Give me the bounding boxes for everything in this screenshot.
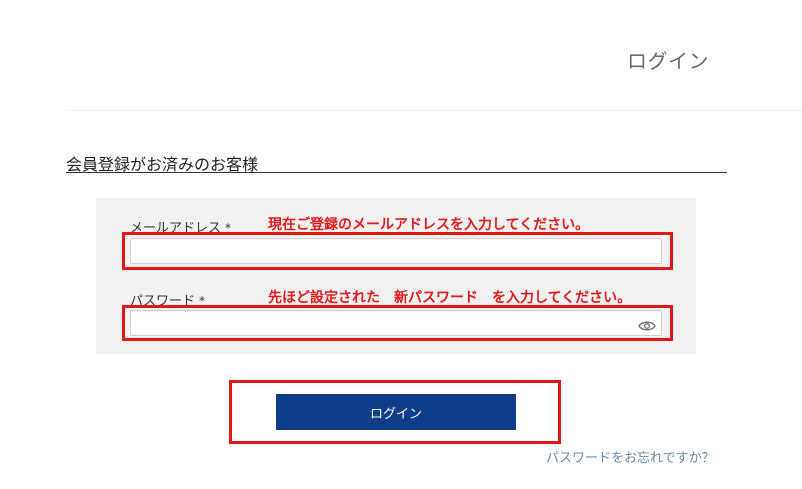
page-title: ログイン (627, 49, 709, 73)
password-input[interactable] (130, 310, 662, 336)
forgot-password-link[interactable]: パスワードをお忘れですか？ (546, 447, 715, 466)
section-divider (66, 172, 727, 173)
header-divider (66, 110, 802, 111)
email-annotation: 現在ご登録のメールアドレスを入力してください。 (268, 217, 590, 233)
password-annotation: 先ほど設定された 新パスワード を入力してください。 (268, 290, 632, 306)
login-button[interactable]: ログイン (276, 394, 516, 430)
eye-icon[interactable] (638, 317, 656, 331)
email-input[interactable] (130, 238, 662, 264)
